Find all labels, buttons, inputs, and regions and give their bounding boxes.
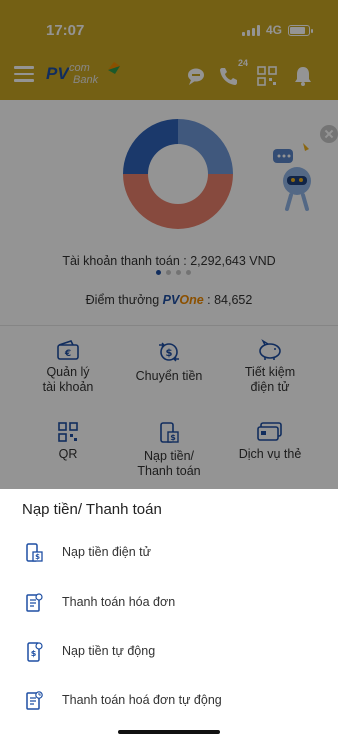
- sheet-title: Nạp tiền/ Thanh toán: [22, 501, 162, 518]
- sheet-item-auto-topup[interactable]: $ Nạp tiền tự động: [0, 627, 338, 675]
- sheet-item-label: Thanh toán hoá đơn tự động: [62, 693, 222, 707]
- sheet-item-label: Nạp tiền điện tử: [62, 545, 151, 559]
- topup-payment-sheet: Nạp tiền/ Thanh toán $ Nạp tiền điện tử …: [0, 489, 338, 742]
- mobile-topup-icon: $: [26, 543, 43, 562]
- sheet-item-e-topup[interactable]: $ Nạp tiền điện tử: [0, 528, 338, 576]
- sheet-item-label: Nạp tiền tự động: [62, 644, 156, 658]
- svg-text:$: $: [31, 649, 37, 658]
- bill-icon: [26, 593, 43, 612]
- sheet-item-bill-payment[interactable]: Thanh toán hóa đơn: [0, 578, 338, 626]
- sheet-item-auto-bill-payment[interactable]: Thanh toán hoá đơn tự động: [0, 676, 338, 724]
- auto-topup-icon: $: [27, 642, 43, 662]
- svg-text:$: $: [35, 553, 40, 561]
- home-indicator[interactable]: [118, 730, 220, 734]
- auto-bill-icon: [26, 691, 43, 710]
- sheet-item-label: Thanh toán hóa đơn: [62, 595, 176, 609]
